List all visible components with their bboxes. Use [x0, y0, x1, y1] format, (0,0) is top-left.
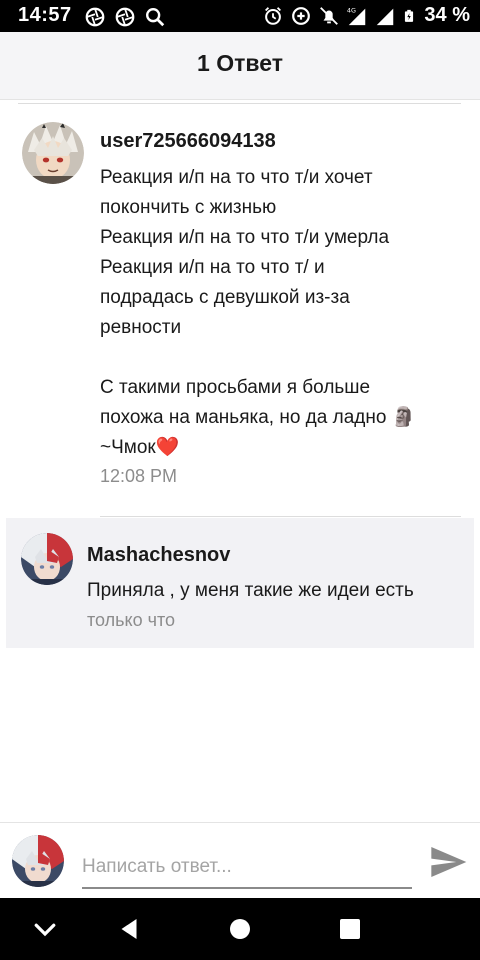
comment-text: Реакция и/п на то что т/и хочет покончит…	[100, 163, 415, 463]
send-icon	[431, 846, 467, 877]
reply-timestamp: только что	[87, 610, 176, 630]
home-icon[interactable]	[225, 914, 255, 944]
comment-line: Реакция и/п на то что т/и хочет	[100, 167, 373, 188]
comment-line: ревности	[100, 317, 182, 338]
comment-author[interactable]: user725666094138	[100, 130, 276, 153]
reply-author[interactable]: Mashachesnov	[87, 544, 230, 567]
recents-icon[interactable]	[335, 914, 365, 944]
status-left-icons	[84, 6, 166, 28]
avatar-image	[21, 533, 73, 585]
send-button[interactable]	[426, 841, 470, 885]
avatar-image	[22, 122, 84, 184]
reply-text: Приняла , у меня такие же идеи есть	[87, 576, 414, 606]
comment-line: ~Чмок❤️	[100, 437, 180, 458]
page-title: 1 Ответ	[197, 50, 283, 76]
comment-line: С такими просьбами я больше	[100, 377, 371, 398]
data-saver-icon	[292, 6, 311, 25]
reply-avatar[interactable]	[21, 533, 73, 585]
comment-line	[100, 343, 415, 373]
aperture-icon	[115, 7, 135, 27]
alarm-icon	[265, 6, 282, 25]
signal-icon: 4G	[347, 6, 366, 25]
search-icon	[146, 8, 165, 27]
reply-input[interactable]	[82, 847, 412, 889]
comment-line: похожа на маньяка, но да ладно 🗿	[100, 407, 416, 428]
reply-input-bar	[0, 822, 480, 898]
avatar[interactable]	[22, 122, 84, 184]
signal-icon	[377, 8, 394, 25]
navigation-bar	[0, 898, 480, 960]
status-time: 14:57	[18, 4, 72, 26]
notifications-off-icon	[320, 6, 339, 25]
header: 1 Ответ	[0, 32, 480, 100]
chevron-down-icon[interactable]	[30, 914, 60, 944]
comment-line: покончить с жизнью	[100, 197, 277, 218]
aperture-icon	[85, 7, 105, 27]
back-icon[interactable]	[114, 914, 144, 944]
divider	[100, 516, 461, 517]
battery-percent: 34 %	[424, 4, 470, 26]
current-user-avatar[interactable]	[12, 835, 64, 887]
status-right-icons: 4G 34 %	[262, 4, 470, 27]
comment-line: Реакция и/п на то что т/ и	[100, 257, 325, 278]
status-bar: 14:57 4G 34 %	[0, 0, 480, 32]
reply-line: Приняла , у меня такие же идеи есть	[87, 580, 414, 601]
divider	[18, 103, 461, 104]
reply: Mashachesnov Приняла , у меня такие же и…	[6, 518, 474, 648]
comment-timestamp: 12:08 PM	[100, 466, 178, 486]
battery-icon	[405, 9, 414, 22]
avatar-image	[12, 835, 64, 887]
svg-text:4G: 4G	[347, 6, 356, 14]
comment-line: подрадась с девушкой из-за	[100, 287, 350, 308]
comment-line: Реакция и/п на то что т/и умерла	[100, 227, 390, 248]
